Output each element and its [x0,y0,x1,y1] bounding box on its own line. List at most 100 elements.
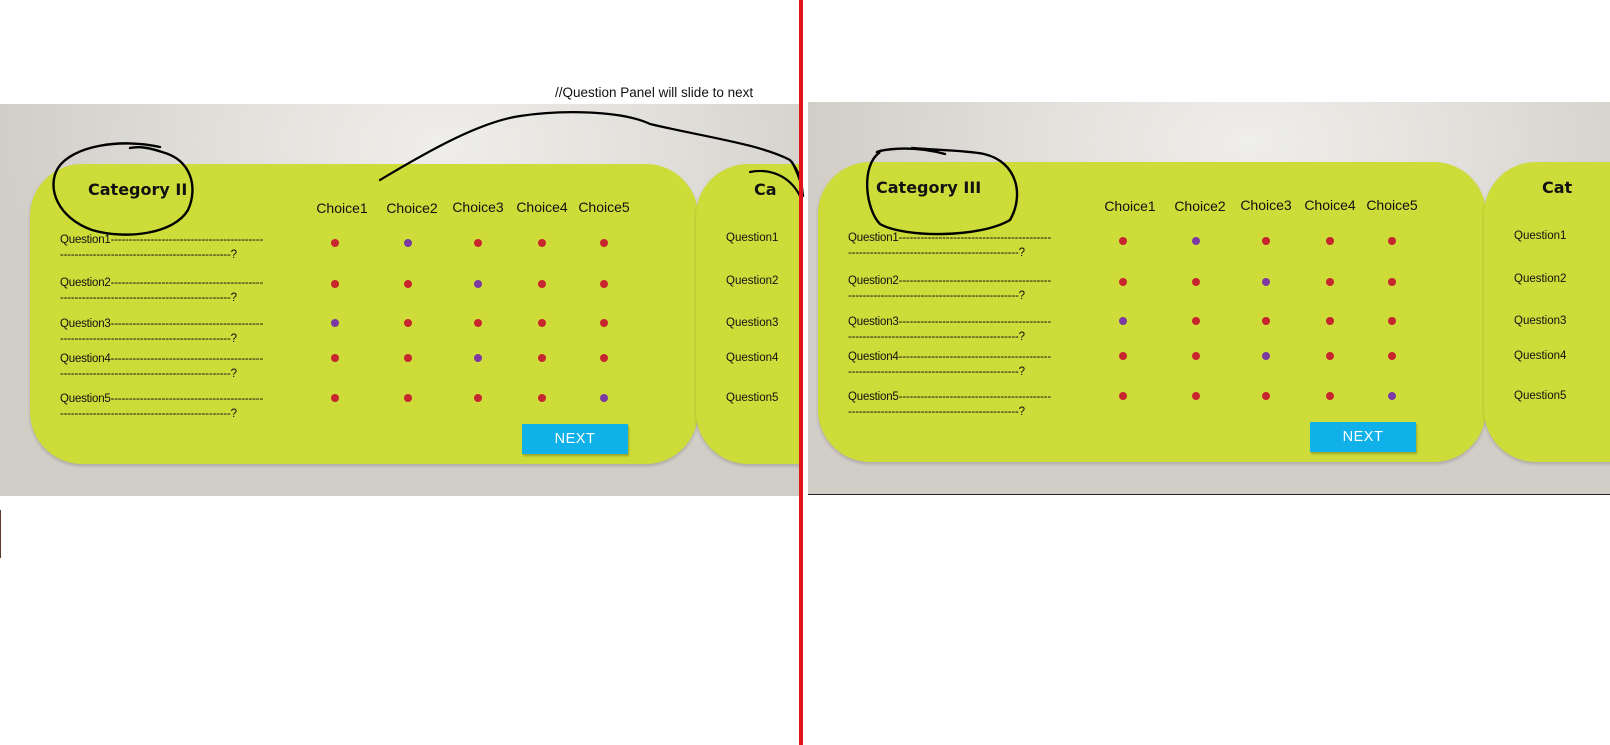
next-button[interactable]: NEXT [522,424,628,454]
choice-radio[interactable] [1192,237,1200,245]
category-title: Category III [876,178,982,197]
choice-radio[interactable] [1192,317,1200,325]
choice-header: Choice3 [1240,197,1292,213]
next-question-panel: Ca Question1 Question2 Question3 Questio… [696,164,800,464]
choice-radio[interactable] [1262,317,1270,325]
choice-radio[interactable] [1262,392,1270,400]
question-label: Question5 [60,393,111,405]
category-title: Category II [88,180,188,199]
question-dashes: ----------------------------------------… [898,351,1052,363]
border-stub [0,510,1,558]
choice-radio[interactable] [538,280,546,288]
peek-question: Question3 [1514,315,1567,327]
choice-radio[interactable] [600,319,608,327]
choice-radio[interactable] [1192,278,1200,286]
choice-radio[interactable] [600,239,608,247]
peek-question: Question4 [726,352,779,364]
choice-radio[interactable] [1262,237,1270,245]
peek-question: Question1 [726,232,779,244]
choice-radio[interactable] [474,354,482,362]
next-category-title: Ca [754,180,777,199]
choice-radio[interactable] [1388,352,1396,360]
question-dashes: ----------------------------------------… [60,292,231,304]
peek-question: Question5 [1514,390,1567,402]
question-dashes: ----------------------------------------… [110,234,264,246]
choice-radio[interactable] [1326,392,1334,400]
next-button[interactable]: NEXT [1310,422,1416,452]
choice-header: Choice5 [1366,197,1418,213]
choice-header: Choice5 [578,199,630,215]
question-dashes: ----------------------------------------… [60,408,231,420]
choice-radio[interactable] [538,394,546,402]
choice-header: Choice3 [452,199,504,215]
choice-radio[interactable] [538,319,546,327]
next-category-title: Cat [1542,178,1573,197]
question-tail: ? [230,333,237,345]
screen-right: Category III Choice1 Choice2 Choice3 Cho… [808,102,1610,495]
choice-radio[interactable] [1326,352,1334,360]
choice-radio[interactable] [1326,317,1334,325]
question-dashes: ----------------------------------------… [848,247,1019,259]
choice-radio[interactable] [404,239,412,247]
choice-radio[interactable] [1119,392,1127,400]
choice-header: Choice2 [1174,198,1226,214]
choice-radio[interactable] [331,239,339,247]
choice-radio[interactable] [404,319,412,327]
choice-radio[interactable] [404,394,412,402]
choice-radio[interactable] [1388,392,1396,400]
choice-radio[interactable] [1326,237,1334,245]
choice-radio[interactable] [1119,352,1127,360]
question-dashes: ----------------------------------------… [898,232,1052,244]
choice-radio[interactable] [1326,278,1334,286]
choice-radio[interactable] [474,319,482,327]
choice-radio[interactable] [474,394,482,402]
next-question-panel: Cat Question1 Question2 Question3 Questi… [1484,162,1610,462]
choice-radio[interactable] [600,394,608,402]
question-panel: Category II Choice1 Choice2 Choice3 Choi… [30,164,698,464]
choice-radio[interactable] [1119,237,1127,245]
question-tail: ? [230,292,237,304]
question-dashes: ----------------------------------------… [60,368,231,380]
question-dashes: ----------------------------------------… [110,318,264,330]
choice-header: Choice1 [316,200,368,216]
question-tail: ? [1018,366,1025,378]
choice-radio[interactable] [1192,392,1200,400]
choice-radio[interactable] [1262,278,1270,286]
question-dashes: ----------------------------------------… [898,391,1052,403]
choice-radio[interactable] [538,354,546,362]
question-label: Question1 [60,234,111,246]
choice-radio[interactable] [1119,317,1127,325]
question-tail: ? [1018,247,1025,259]
choice-radio[interactable] [1119,278,1127,286]
question-dashes: ----------------------------------------… [110,277,264,289]
peek-question: Question3 [726,317,779,329]
choice-radio[interactable] [404,280,412,288]
choice-radio[interactable] [474,280,482,288]
choice-radio[interactable] [1262,352,1270,360]
choice-radio[interactable] [331,394,339,402]
peek-question: Question2 [1514,273,1567,285]
question-label: Question1 [848,232,899,244]
choice-radio[interactable] [1192,352,1200,360]
choice-radio[interactable] [1388,237,1396,245]
choice-radio[interactable] [1388,317,1396,325]
choice-radio[interactable] [331,354,339,362]
choice-radio[interactable] [404,354,412,362]
question-dashes: ----------------------------------------… [898,275,1052,287]
question-tail: ? [1018,406,1025,418]
choice-radio[interactable] [538,239,546,247]
choice-radio[interactable] [600,354,608,362]
choice-radio[interactable] [474,239,482,247]
choice-radio[interactable] [331,319,339,327]
question-dashes: ----------------------------------------… [898,316,1052,328]
question-dashes: ----------------------------------------… [60,249,231,261]
choice-header: Choice4 [1304,197,1356,213]
question-label: Question3 [848,316,899,328]
choice-radio[interactable] [600,280,608,288]
question-tail: ? [230,249,237,261]
choice-radio[interactable] [1388,278,1396,286]
question-tail: ? [230,408,237,420]
question-dashes: ----------------------------------------… [110,393,264,405]
choice-radio[interactable] [331,280,339,288]
question-dashes: ----------------------------------------… [848,290,1019,302]
